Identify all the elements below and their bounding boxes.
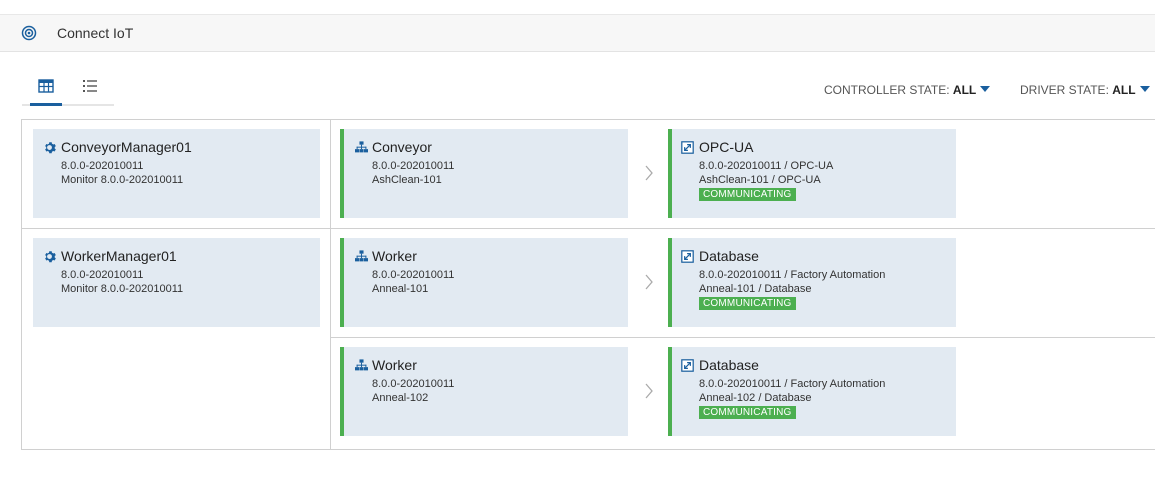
controller-name: Conveyor [372,139,432,155]
caret-down-icon [1139,86,1150,92]
manager-version: 8.0.0-202010011 [61,269,144,281]
grid-view-button[interactable] [30,74,62,106]
chevron-right-icon[interactable] [642,164,656,182]
filter-value: ALL [952,83,977,97]
manager-monitor: Monitor 8.0.0-202010011 [61,283,184,295]
status-badge: COMMUNICATING [699,188,796,201]
chevron-right-icon[interactable] [642,382,656,400]
driver-version: 8.0.0-202010011 / OPC-UA [699,160,834,172]
expand-icon [681,141,694,154]
filter-value: ALL [1112,83,1136,97]
gear-icon [45,251,56,263]
driver-name: Database [699,357,759,373]
row-divider [330,337,1155,338]
controller-state-filter[interactable]: CONTROLLER STATE: ALL [824,83,991,97]
title-bar: Connect IoT [0,15,1155,52]
topology-grid: ConveyorManager01 8.0.0-202010011 Monito… [21,119,1155,450]
hierarchy-icon [355,359,368,371]
manager-name: WorkerManager01 [61,248,177,264]
driver-version: 8.0.0-202010011 / Factory Automation [699,378,886,390]
column-divider [330,120,331,449]
top-spacer [0,0,1155,15]
chevron-right-icon[interactable] [642,273,656,291]
driver-card[interactable]: Database 8.0.0-202010011 / Factory Autom… [668,347,956,436]
driver-state-filter[interactable]: DRIVER STATE: ALL [1020,83,1150,97]
connect-iot-icon [21,25,37,41]
controller-instance: AshClean-101 [372,174,442,186]
status-badge: COMMUNICATING [699,297,796,310]
table-grid-icon [38,79,54,93]
driver-card[interactable]: Database 8.0.0-202010011 / Factory Autom… [668,238,956,327]
controller-card[interactable]: Conveyor 8.0.0-202010011 AshClean-101 [340,129,628,218]
manager-card[interactable]: ConveyorManager01 8.0.0-202010011 Monito… [33,129,320,218]
view-toggle [22,74,114,106]
manager-card[interactable]: WorkerManager01 8.0.0-202010011 Monitor … [33,238,320,327]
driver-card[interactable]: OPC-UA 8.0.0-202010011 / OPC-UA AshClean… [668,129,956,218]
controller-name: Worker [372,248,417,264]
hierarchy-icon [355,141,368,153]
controller-instance: Anneal-102 [372,392,429,404]
row-divider [22,228,1155,229]
list-view-button[interactable] [78,74,102,98]
hierarchy-icon [355,250,368,262]
expand-icon [681,250,694,263]
manager-monitor: Monitor 8.0.0-202010011 [61,174,184,186]
driver-version: 8.0.0-202010011 / Factory Automation [699,269,886,281]
controller-instance: Anneal-101 [372,283,429,295]
controller-version: 8.0.0-202010011 [372,269,455,281]
controller-version: 8.0.0-202010011 [372,160,455,172]
gear-icon [45,142,56,154]
page-title: Connect IoT [57,25,134,41]
caret-down-icon [980,86,991,92]
controller-card[interactable]: Worker 8.0.0-202010011 Anneal-101 [340,238,628,327]
controller-card[interactable]: Worker 8.0.0-202010011 Anneal-102 [340,347,628,436]
filter-label: DRIVER STATE: [1020,83,1109,97]
driver-instance: AshClean-101 / OPC-UA [699,174,821,186]
manager-name: ConveyorManager01 [61,139,192,155]
list-icon [83,80,97,92]
status-badge: COMMUNICATING [699,406,796,419]
controller-name: Worker [372,357,417,373]
driver-instance: Anneal-101 / Database [699,283,812,295]
filter-label: CONTROLLER STATE: [824,83,950,97]
manager-version: 8.0.0-202010011 [61,160,144,172]
controller-version: 8.0.0-202010011 [372,378,455,390]
driver-name: Database [699,248,759,264]
driver-name: OPC-UA [699,139,754,155]
driver-instance: Anneal-102 / Database [699,392,812,404]
expand-icon [681,359,694,372]
